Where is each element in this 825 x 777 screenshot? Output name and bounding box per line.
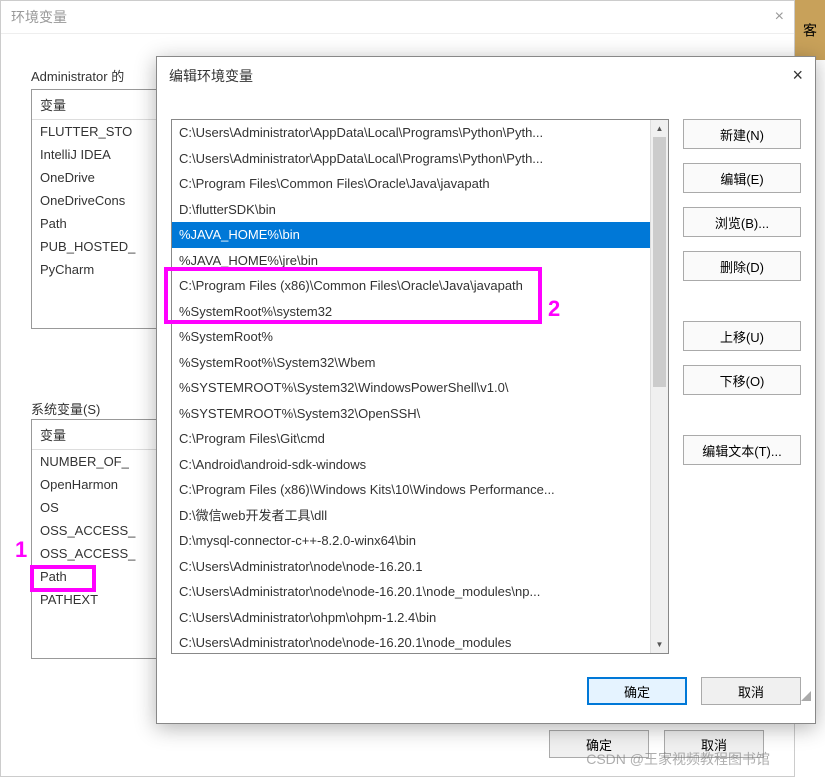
scroll-thumb[interactable] (653, 137, 666, 387)
new-button[interactable]: 新建(N) (683, 119, 801, 149)
path-list-item[interactable]: C:\Android\android-sdk-windows (172, 452, 650, 478)
path-list-item[interactable]: %SystemRoot%\System32\Wbem (172, 350, 650, 376)
path-list-item[interactable]: %SYSTEMROOT%\System32\WindowsPowerShell\… (172, 375, 650, 401)
path-list[interactable]: C:\Users\Administrator\AppData\Local\Pro… (171, 119, 669, 654)
move-down-button[interactable]: 下移(O) (683, 365, 801, 395)
annotation-label-2: 2 (548, 296, 560, 322)
edit-button[interactable]: 编辑(E) (683, 163, 801, 193)
path-list-item[interactable]: C:\Users\Administrator\node\node-16.20.1 (172, 554, 650, 580)
edit-text-button[interactable]: 编辑文本(T)... (683, 435, 801, 465)
ok-button[interactable]: 确定 (587, 677, 687, 705)
edit-title-text: 编辑环境变量 (169, 66, 253, 86)
path-list-item[interactable]: C:\Program Files\Common Files\Oracle\Jav… (172, 171, 650, 197)
watermark: CSDN @王家视频教程图书馆 (586, 749, 770, 769)
path-list-item[interactable]: C:\Users\Administrator\ohpm\ohpm-1.2.4\b… (172, 605, 650, 631)
scroll-up-icon[interactable]: ▲ (651, 120, 668, 137)
path-list-item[interactable]: C:\Program Files (x86)\Common Files\Orac… (172, 273, 650, 299)
resize-grip-icon[interactable] (795, 685, 811, 701)
annotation-label-1: 1 (15, 537, 27, 563)
path-list-item[interactable]: %JAVA_HOME%\jre\bin (172, 248, 650, 274)
close-icon[interactable]: × (775, 8, 784, 26)
scroll-down-icon[interactable]: ▼ (651, 636, 668, 653)
scrollbar[interactable]: ▲ ▼ (650, 120, 668, 653)
path-list-item[interactable]: D:\flutterSDK\bin (172, 197, 650, 223)
path-list-item[interactable]: %SystemRoot%\system32 (172, 299, 650, 325)
edit-titlebar: 编辑环境变量 × (157, 57, 815, 94)
parent-title-text: 环境变量 (11, 7, 67, 27)
path-list-item[interactable]: %SystemRoot% (172, 324, 650, 350)
edit-env-var-dialog: 编辑环境变量 × C:\Users\Administrator\AppData\… (156, 56, 816, 724)
path-list-item[interactable]: %SYSTEMROOT%\System32\OpenSSH\ (172, 401, 650, 427)
path-list-item[interactable]: C:\Users\Administrator\AppData\Local\Pro… (172, 146, 650, 172)
browse-button[interactable]: 浏览(B)... (683, 207, 801, 237)
user-vars-label: Administrator 的 (31, 66, 124, 85)
path-list-item[interactable]: C:\Program Files\Git\cmd (172, 426, 650, 452)
close-icon[interactable]: × (792, 65, 803, 86)
delete-button[interactable]: 删除(D) (683, 251, 801, 281)
cancel-button[interactable]: 取消 (701, 677, 801, 705)
sys-vars-label: 系统变量(S) (31, 399, 100, 418)
path-list-item[interactable]: D:\mysql-connector-c++-8.2.0-winx64\bin (172, 528, 650, 554)
path-list-item[interactable]: D:\微信web开发者工具\dll (172, 503, 650, 529)
parent-titlebar: 环境变量 × (1, 1, 794, 34)
path-list-item[interactable]: C:\Program Files (x86)\Windows Kits\10\W… (172, 477, 650, 503)
path-list-item[interactable]: C:\Users\Administrator\node\node-16.20.1… (172, 630, 650, 653)
path-list-item[interactable]: C:\Users\Administrator\node\node-16.20.1… (172, 579, 650, 605)
move-up-button[interactable]: 上移(U) (683, 321, 801, 351)
path-list-item[interactable]: %JAVA_HOME%\bin (172, 222, 650, 248)
background-strip: 客 (795, 0, 825, 60)
path-list-item[interactable]: C:\Users\Administrator\AppData\Local\Pro… (172, 120, 650, 146)
